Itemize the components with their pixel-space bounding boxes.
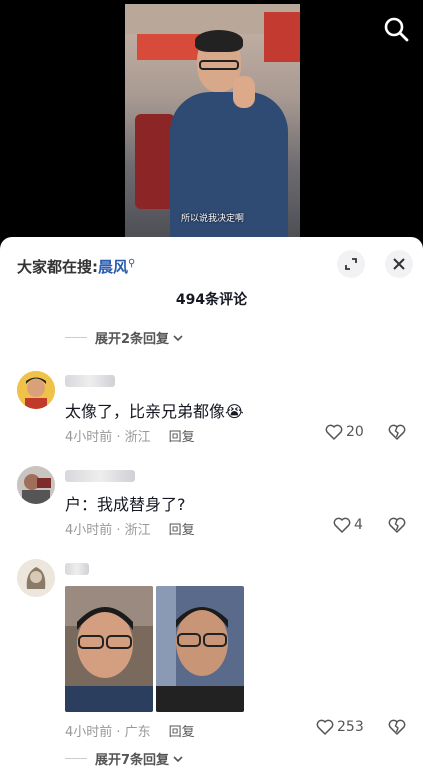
- comment-meta: 4小时前 · 广东 回复: [65, 721, 195, 740]
- search-icon: [384, 17, 409, 42]
- like-button[interactable]: 20: [325, 424, 364, 440]
- expand-replies-label: 展开2条回复: [95, 332, 170, 347]
- dislike-button[interactable]: [388, 517, 406, 537]
- photo-image: [156, 586, 244, 712]
- heart-icon: [325, 424, 343, 440]
- reply-button[interactable]: 回复: [169, 725, 195, 740]
- video-subtitle: 所以说我决定啊: [180, 214, 244, 224]
- username-blurred[interactable]: [65, 470, 135, 482]
- video-person-hand: [233, 76, 255, 108]
- chevron-down-icon: [173, 334, 183, 341]
- avatar-image: [17, 466, 55, 504]
- avatar[interactable]: [17, 559, 55, 597]
- video-person-glasses: [199, 60, 239, 70]
- photo-image: [65, 586, 153, 712]
- comment-photo-1[interactable]: [65, 586, 153, 712]
- dislike-button[interactable]: [388, 424, 406, 444]
- close-icon: [393, 258, 405, 270]
- video-player[interactable]: 所以说我决定啊: [0, 0, 423, 240]
- video-shop-sign-right: [264, 12, 300, 62]
- comment-photo-2[interactable]: [156, 586, 244, 712]
- expand-replies-bottom[interactable]: 展开7条回复: [65, 749, 184, 768]
- hot-search-bar[interactable]: 大家都在搜:晨风⚲: [17, 256, 135, 277]
- like-count: 20: [346, 424, 364, 440]
- expand-replies-top[interactable]: 展开2条回复: [65, 328, 184, 347]
- heart-icon: [333, 517, 351, 533]
- video-scooter: [135, 114, 175, 209]
- reply-button[interactable]: 回复: [169, 523, 195, 538]
- video-person-hair: [195, 30, 243, 52]
- divider-line: [65, 758, 87, 759]
- comment-meta: 4小时前 · 浙江 回复: [65, 426, 195, 445]
- search-button[interactable]: [383, 16, 409, 42]
- chevron-down-icon: [173, 755, 183, 762]
- video-frame: 所以说我决定啊: [125, 4, 300, 238]
- search-small-icon: ⚲: [128, 258, 136, 269]
- like-button[interactable]: 253: [316, 719, 364, 735]
- like-button[interactable]: 4: [333, 517, 363, 533]
- comment-meta: 4小时前 · 浙江 回复: [65, 519, 195, 538]
- divider-line: [65, 337, 87, 338]
- expand-replies-label: 展开7条回复: [95, 753, 170, 768]
- username-blurred[interactable]: [65, 563, 89, 575]
- hot-search-keyword[interactable]: 晨风: [98, 258, 128, 276]
- reply-button[interactable]: 回复: [169, 430, 195, 445]
- username-blurred[interactable]: [65, 375, 115, 387]
- hot-search-prefix: 大家都在搜:: [17, 258, 98, 276]
- broken-heart-icon: [388, 719, 406, 735]
- like-count: 4: [354, 517, 363, 533]
- broken-heart-icon: [388, 424, 406, 440]
- avatar-image: [17, 371, 55, 409]
- avatar[interactable]: [17, 466, 55, 504]
- comment-count: 494条评论: [175, 292, 248, 308]
- comment-time-location: 4小时前 · 广东: [65, 725, 151, 740]
- avatar-image: [17, 559, 55, 597]
- comment-text: 太像了，比亲兄弟都像😭: [65, 402, 244, 421]
- like-count: 253: [337, 719, 364, 735]
- expand-icon: [345, 258, 357, 270]
- heart-icon: [316, 719, 334, 735]
- comment-time-location: 4小时前 · 浙江: [65, 430, 151, 445]
- avatar[interactable]: [17, 371, 55, 409]
- comment-text: 户：我成替身了?: [65, 495, 186, 514]
- fullscreen-button[interactable]: [337, 250, 365, 278]
- close-button[interactable]: [385, 250, 413, 278]
- dislike-button[interactable]: [388, 719, 406, 739]
- comment-panel: 大家都在搜:晨风⚲ 494条评论 展开2条回复 太像了，比亲兄弟都像😭 4小时前…: [0, 237, 423, 778]
- broken-heart-icon: [388, 517, 406, 533]
- comment-time-location: 4小时前 · 浙江: [65, 523, 151, 538]
